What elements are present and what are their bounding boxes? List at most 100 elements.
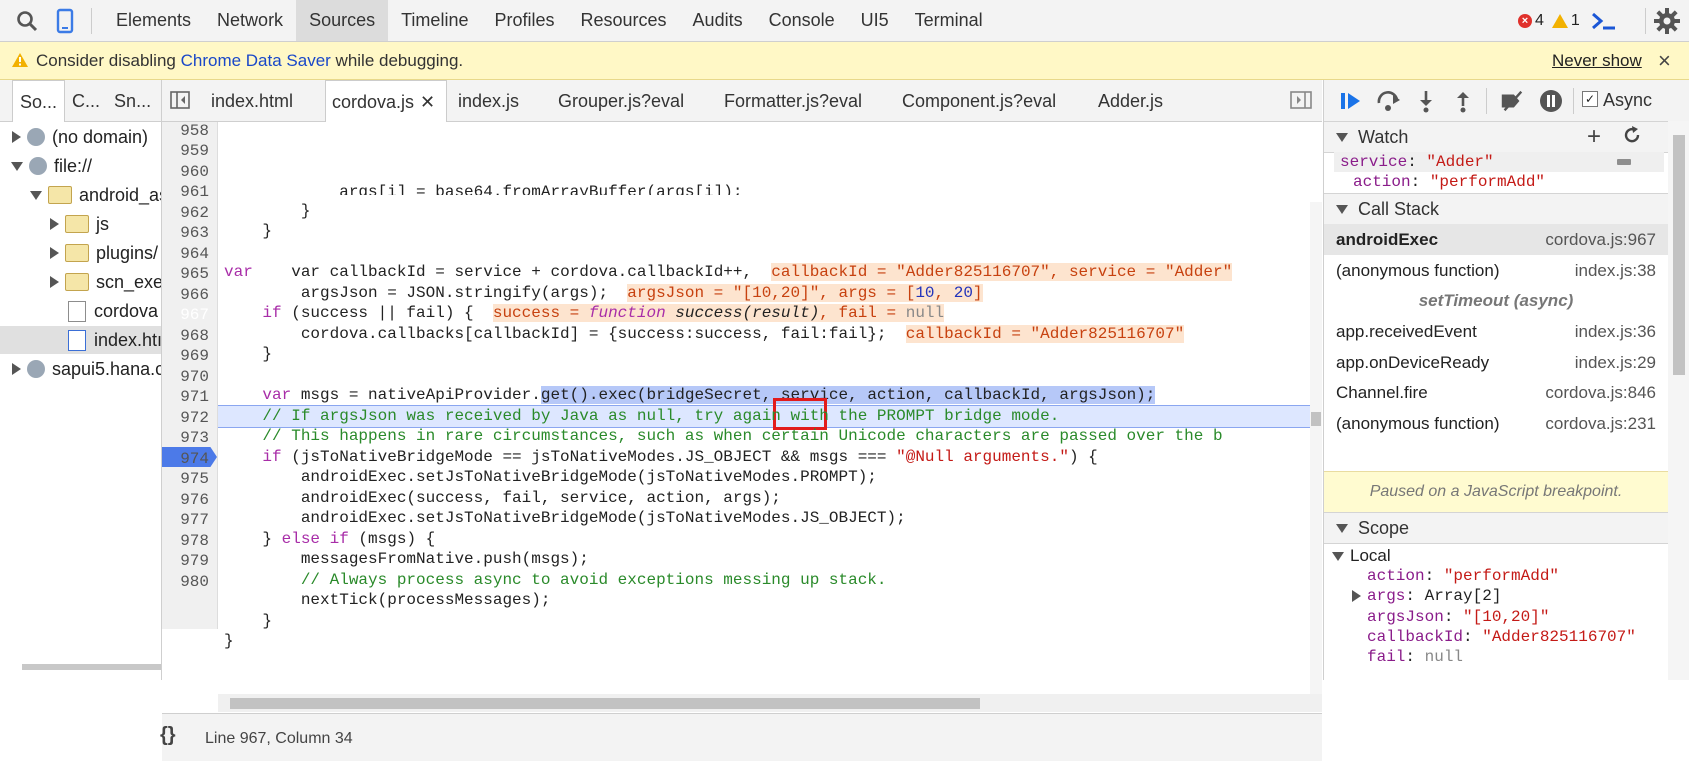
- step-over-icon[interactable]: [1376, 88, 1402, 114]
- scroll-thumb[interactable]: [1311, 412, 1321, 426]
- scope-variable[interactable]: argsJson: "[10,20]": [1367, 608, 1549, 626]
- watch-item[interactable]: action: "performAdd": [1353, 173, 1545, 191]
- tab-network[interactable]: Network: [204, 0, 296, 41]
- collapse-arrow-icon[interactable]: [1336, 523, 1348, 533]
- editor-horizontal-scrollbar[interactable]: [218, 694, 1322, 712]
- watch-section-header[interactable]: Watch +: [1324, 121, 1668, 153]
- tab-console[interactable]: Console: [756, 0, 848, 41]
- console-drawer-icon[interactable]: [1590, 10, 1618, 32]
- frame-location[interactable]: cordova.js:231: [1545, 414, 1656, 434]
- step-out-icon[interactable]: [1450, 88, 1476, 114]
- scroll-thumb[interactable]: [1673, 135, 1685, 375]
- delete-watch-icon[interactable]: [1617, 159, 1631, 165]
- scope-variable[interactable]: action: "performAdd": [1367, 567, 1559, 585]
- tab-sources-nav[interactable]: So...: [12, 80, 66, 122]
- navigator-scrollbar[interactable]: [22, 664, 161, 670]
- expand-arrow-icon[interactable]: [12, 131, 21, 143]
- toggle-debugger-icon[interactable]: [1290, 90, 1312, 115]
- step-into-icon[interactable]: [1413, 88, 1439, 114]
- file-tab-cordova-js[interactable]: cordova.js ✕: [325, 80, 447, 122]
- frame-location[interactable]: index.js:29: [1575, 353, 1656, 373]
- file-tab-index-js[interactable]: index.js: [458, 80, 519, 121]
- refresh-watch-icon[interactable]: [1622, 125, 1642, 150]
- collapse-arrow-icon[interactable]: [30, 190, 42, 200]
- frame-location[interactable]: index.js:38: [1575, 261, 1656, 281]
- scope-variable[interactable]: args: Array[2]: [1367, 587, 1501, 605]
- tab-audits[interactable]: Audits: [680, 0, 756, 41]
- line-number-gutter[interactable]: 958 959 960 961 962 963 964 965 966 967 …: [162, 122, 218, 629]
- tree-item-android-assets[interactable]: android_as: [0, 181, 161, 209]
- frame-function: (anonymous function): [1336, 260, 1500, 280]
- tree-item-sapui5[interactable]: sapui5.hana.c: [0, 355, 161, 383]
- tree-item-cordova-js[interactable]: cordova: [0, 297, 161, 325]
- tree-item-no-domain[interactable]: (no domain): [0, 123, 161, 151]
- tree-item-file[interactable]: file://: [0, 152, 161, 180]
- expand-arrow-icon[interactable]: [50, 247, 59, 259]
- tab-sources[interactable]: Sources: [296, 0, 389, 41]
- file-tab-adder-js[interactable]: Adder.js: [1098, 80, 1163, 121]
- expand-arrow-icon[interactable]: [50, 218, 59, 230]
- collapse-arrow-icon[interactable]: [11, 161, 23, 171]
- collapse-arrow-icon[interactable]: [1336, 204, 1348, 214]
- expand-arrow-icon[interactable]: [50, 276, 59, 288]
- tab-ui5[interactable]: UI5: [848, 0, 902, 41]
- call-frame[interactable]: Channel.fire cordova.js:846: [1324, 377, 1668, 408]
- expand-args-icon[interactable]: [1352, 590, 1361, 602]
- collapse-arrow-icon[interactable]: [1336, 132, 1348, 142]
- never-show-link[interactable]: Never show: [1552, 51, 1642, 71]
- close-infobar-icon[interactable]: ×: [1658, 48, 1671, 74]
- tab-timeline[interactable]: Timeline: [388, 0, 481, 41]
- scope-variable[interactable]: callbackId: "Adder825116707": [1367, 628, 1636, 646]
- async-checkbox[interactable]: ✓: [1582, 91, 1598, 107]
- var-sep: :: [1424, 567, 1444, 585]
- tab-content-scripts[interactable]: C...: [65, 80, 107, 121]
- editor-vertical-scrollbar[interactable]: [1310, 202, 1322, 699]
- expand-arrow-icon[interactable]: [12, 363, 21, 375]
- tab-snippets[interactable]: Sn...: [107, 80, 158, 121]
- search-icon[interactable]: [12, 6, 42, 36]
- tree-item-index-html[interactable]: index.htı: [0, 326, 162, 354]
- device-mode-icon[interactable]: [50, 6, 80, 36]
- tree-item-plugins[interactable]: plugins/: [0, 239, 161, 267]
- call-frame[interactable]: app.receivedEvent index.js:36: [1324, 316, 1668, 347]
- file-tab-formatter-js[interactable]: Formatter.js?eval: [724, 80, 862, 121]
- watch-item[interactable]: service: "Adder": [1340, 153, 1494, 171]
- close-tab-icon[interactable]: ✕: [420, 92, 435, 112]
- tab-elements[interactable]: Elements: [103, 0, 204, 41]
- file-tab-component-js[interactable]: Component.js?eval: [902, 80, 1056, 121]
- issue-counts[interactable]: × 4 1: [1518, 0, 1618, 41]
- local-scope-toggle[interactable]: Local: [1332, 546, 1391, 566]
- file-tab-index-html[interactable]: index.html: [211, 80, 293, 121]
- scope-variable[interactable]: fail: null: [1367, 648, 1463, 666]
- add-watch-icon[interactable]: +: [1587, 123, 1601, 151]
- tree-item-label: index.htı: [94, 329, 162, 350]
- toggle-navigator-icon[interactable]: [170, 90, 190, 115]
- debugger-sidebar: ✓ Async Watch + service: "Adder" action:…: [1323, 80, 1689, 680]
- resume-icon[interactable]: [1338, 88, 1364, 114]
- tab-profiles[interactable]: Profiles: [481, 0, 567, 41]
- frame-location[interactable]: index.js:36: [1575, 322, 1656, 342]
- scroll-thumb[interactable]: [230, 698, 980, 709]
- file-tab-grouper-js[interactable]: Grouper.js?eval: [558, 80, 684, 121]
- pause-on-exceptions-icon[interactable]: [1538, 88, 1564, 114]
- call-frame[interactable]: androidExec cordova.js:967: [1324, 224, 1668, 255]
- call-frame[interactable]: (anonymous function) cordova.js:231: [1324, 408, 1668, 439]
- tree-item-js[interactable]: js: [0, 210, 161, 238]
- frame-location[interactable]: cordova.js:967: [1545, 230, 1656, 250]
- chrome-data-saver-link[interactable]: Chrome Data Saver: [181, 51, 331, 70]
- call-frame[interactable]: (anonymous function) index.js:38: [1324, 255, 1668, 286]
- warning-icon: [1551, 13, 1568, 28]
- line-number: 976: [180, 491, 209, 509]
- tree-item-scn-exercise[interactable]: scn_exer: [0, 268, 161, 296]
- sidebar-vertical-scrollbar[interactable]: [1668, 121, 1689, 680]
- frame-location[interactable]: cordova.js:846: [1545, 383, 1656, 403]
- collapse-arrow-icon[interactable]: [1332, 551, 1344, 561]
- settings-gear-icon[interactable]: [1652, 6, 1682, 36]
- deactivate-breakpoints-icon[interactable]: [1499, 88, 1525, 114]
- call-stack-section-header[interactable]: Call Stack: [1324, 193, 1668, 225]
- scope-section-header[interactable]: Scope: [1324, 512, 1668, 544]
- tab-terminal[interactable]: Terminal: [902, 0, 996, 41]
- call-frame[interactable]: app.onDeviceReady index.js:29: [1324, 347, 1668, 378]
- tab-resources[interactable]: Resources: [568, 0, 680, 41]
- pretty-print-button[interactable]: {}: [160, 724, 176, 747]
